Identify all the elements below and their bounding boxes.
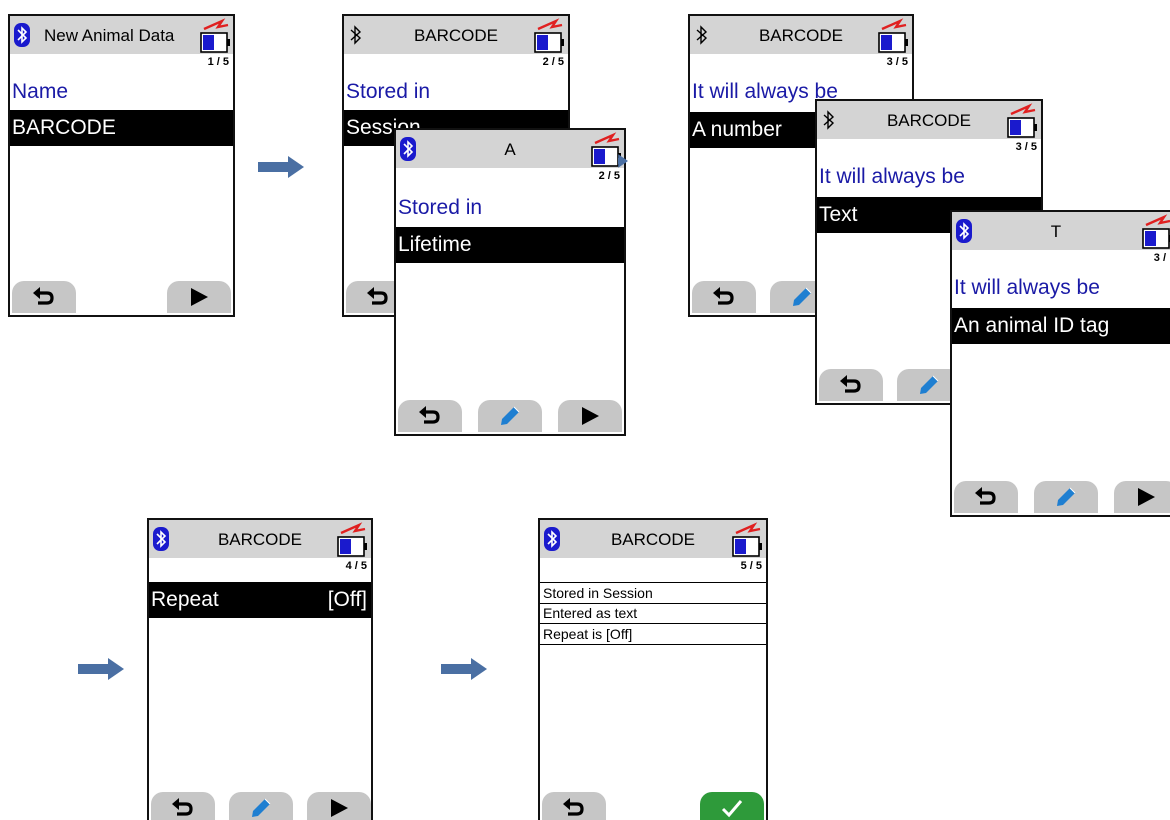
header-bar: BARCODE	[817, 101, 1041, 139]
edit-button[interactable]	[478, 400, 542, 432]
next-button[interactable]	[167, 281, 231, 313]
battery-charging-icon	[198, 15, 232, 55]
battery-charging-icon	[1005, 100, 1039, 140]
play-icon	[189, 287, 209, 307]
step-counter: 5 / 5	[740, 560, 762, 572]
back-button[interactable]	[692, 281, 756, 313]
back-arrow-icon	[975, 487, 997, 507]
play-icon	[580, 406, 600, 426]
step-counter: 3 / 5	[1015, 141, 1037, 153]
header-bar: New Animal Data	[10, 16, 233, 54]
header-bar: BARCODE	[149, 520, 371, 558]
right-arrow-icon	[441, 658, 487, 680]
back-arrow-icon	[367, 287, 389, 307]
battery-charging-icon	[1140, 211, 1170, 251]
checkmark-icon	[721, 798, 743, 818]
back-arrow-icon	[33, 287, 55, 307]
screen-title: T	[1050, 222, 1062, 241]
repeat-option[interactable]: Repeat [Off]	[149, 582, 371, 618]
battery-charging-icon	[532, 15, 566, 55]
right-arrow-icon	[78, 658, 124, 680]
flow-arrow	[258, 156, 304, 178]
back-arrow-icon	[172, 798, 194, 818]
header-bar: T	[952, 212, 1170, 250]
right-arrow-icon	[258, 156, 304, 178]
battery-charging-icon	[876, 15, 910, 55]
screen-step-1: New Animal Data 1 / 5 Name BARCODE	[8, 14, 235, 317]
field-label: Name	[12, 80, 69, 103]
flow-arrow	[618, 150, 646, 172]
pencil-icon	[791, 286, 813, 308]
option-value: [Off]	[327, 588, 367, 611]
header-bar: BARCODE	[540, 520, 766, 558]
back-arrow-icon	[713, 287, 735, 307]
back-arrow-icon	[840, 375, 862, 395]
step-counter: 3 /	[1153, 252, 1166, 264]
step-counter: 2 / 5	[598, 170, 620, 182]
back-button[interactable]	[819, 369, 883, 401]
step-counter: 3 / 5	[886, 56, 908, 68]
header-bar: BARCODE	[690, 16, 912, 54]
flow-arrow	[441, 658, 487, 680]
field-label: Stored in	[346, 80, 431, 103]
pencil-icon	[918, 374, 940, 396]
back-button[interactable]	[12, 281, 76, 313]
option-label: Repeat	[151, 588, 219, 611]
back-arrow-icon	[419, 406, 441, 426]
screen-step-2-alternate: A 2 / 5 Stored in Lifetime	[394, 128, 626, 436]
battery-charging-icon	[730, 519, 764, 559]
screen-step-4: BARCODE 4 / 5 Repeat [Off]	[147, 518, 373, 820]
selected-option[interactable]: BARCODE	[10, 110, 233, 146]
back-button[interactable]	[954, 481, 1018, 513]
flow-arrow	[78, 658, 124, 680]
selected-option[interactable]: Lifetime	[396, 227, 624, 263]
step-counter: 4 / 5	[345, 560, 367, 572]
field-label: Stored in	[398, 196, 483, 219]
summary-row: Stored in Session	[540, 582, 766, 604]
field-label: It will always be	[819, 165, 965, 188]
pencil-icon	[1055, 486, 1077, 508]
step-counter: 1 / 5	[207, 56, 229, 68]
field-label: It will always be	[954, 276, 1100, 299]
battery-charging-icon	[335, 519, 369, 559]
play-icon	[329, 798, 349, 818]
play-icon	[1136, 487, 1156, 507]
summary-row: Entered as text	[540, 603, 766, 624]
back-button[interactable]	[398, 400, 462, 432]
step-counter: 2 / 5	[542, 56, 564, 68]
selected-option[interactable]: An animal ID tag	[952, 308, 1170, 344]
right-arrow-icon	[618, 150, 646, 172]
back-arrow-icon	[563, 798, 585, 818]
header-bar: A	[396, 130, 624, 168]
next-button[interactable]	[1114, 481, 1170, 513]
summary-row: Repeat is [Off]	[540, 624, 766, 645]
screen-step-3-animal-id: T 3 / It will always be An animal ID tag	[950, 210, 1170, 517]
bluetooth-icon	[14, 23, 30, 47]
pencil-icon	[499, 405, 521, 427]
next-button[interactable]	[558, 400, 622, 432]
edit-button[interactable]	[1034, 481, 1098, 513]
header-bar: BARCODE	[344, 16, 568, 54]
screen-step-5-summary: BARCODE 5 / 5 Stored in Session Entered …	[538, 518, 768, 820]
